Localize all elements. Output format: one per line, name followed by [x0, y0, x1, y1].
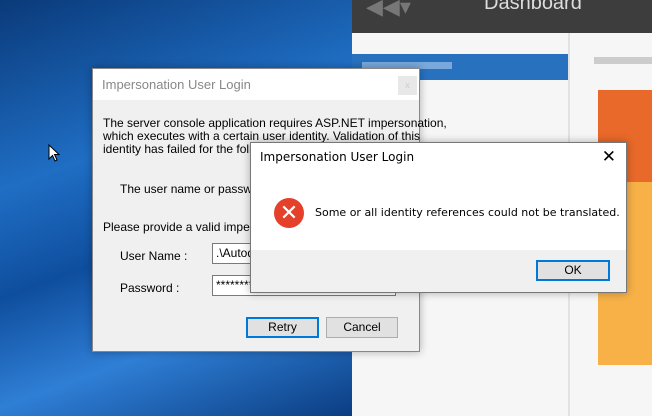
- app-header: ◀◀▾ Dashboard: [352, 0, 652, 33]
- back-forward-icon[interactable]: ◀◀▾: [366, 0, 411, 20]
- retry-button[interactable]: Retry: [246, 317, 319, 338]
- error-message-box: Impersonation User Login ✕ ✕ Some or all…: [250, 142, 627, 293]
- description-line: which executes with a certain user ident…: [103, 129, 421, 143]
- username-label: User Name :: [120, 249, 188, 263]
- dialog-title: Impersonation User Login: [260, 150, 415, 164]
- content-heading-blurred: [594, 57, 652, 64]
- description-line: The server console application requires …: [103, 116, 447, 130]
- ok-button[interactable]: OK: [536, 260, 610, 281]
- prompt-text: Please provide a valid imperson: [103, 220, 274, 234]
- error-message: Some or all identity references could no…: [315, 206, 620, 219]
- password-label: Password :: [120, 281, 180, 295]
- mouse-cursor-icon: [48, 144, 60, 162]
- close-button[interactable]: x: [398, 76, 417, 95]
- close-icon[interactable]: ✕: [602, 147, 616, 167]
- dialog-title: Impersonation User Login: [93, 69, 419, 100]
- error-detail: The user name or password: [120, 182, 270, 196]
- cancel-button[interactable]: Cancel: [326, 317, 398, 338]
- error-icon: ✕: [274, 198, 304, 228]
- dialog-footer: OK: [251, 250, 626, 292]
- app-header-title: Dashboard: [484, 0, 582, 14]
